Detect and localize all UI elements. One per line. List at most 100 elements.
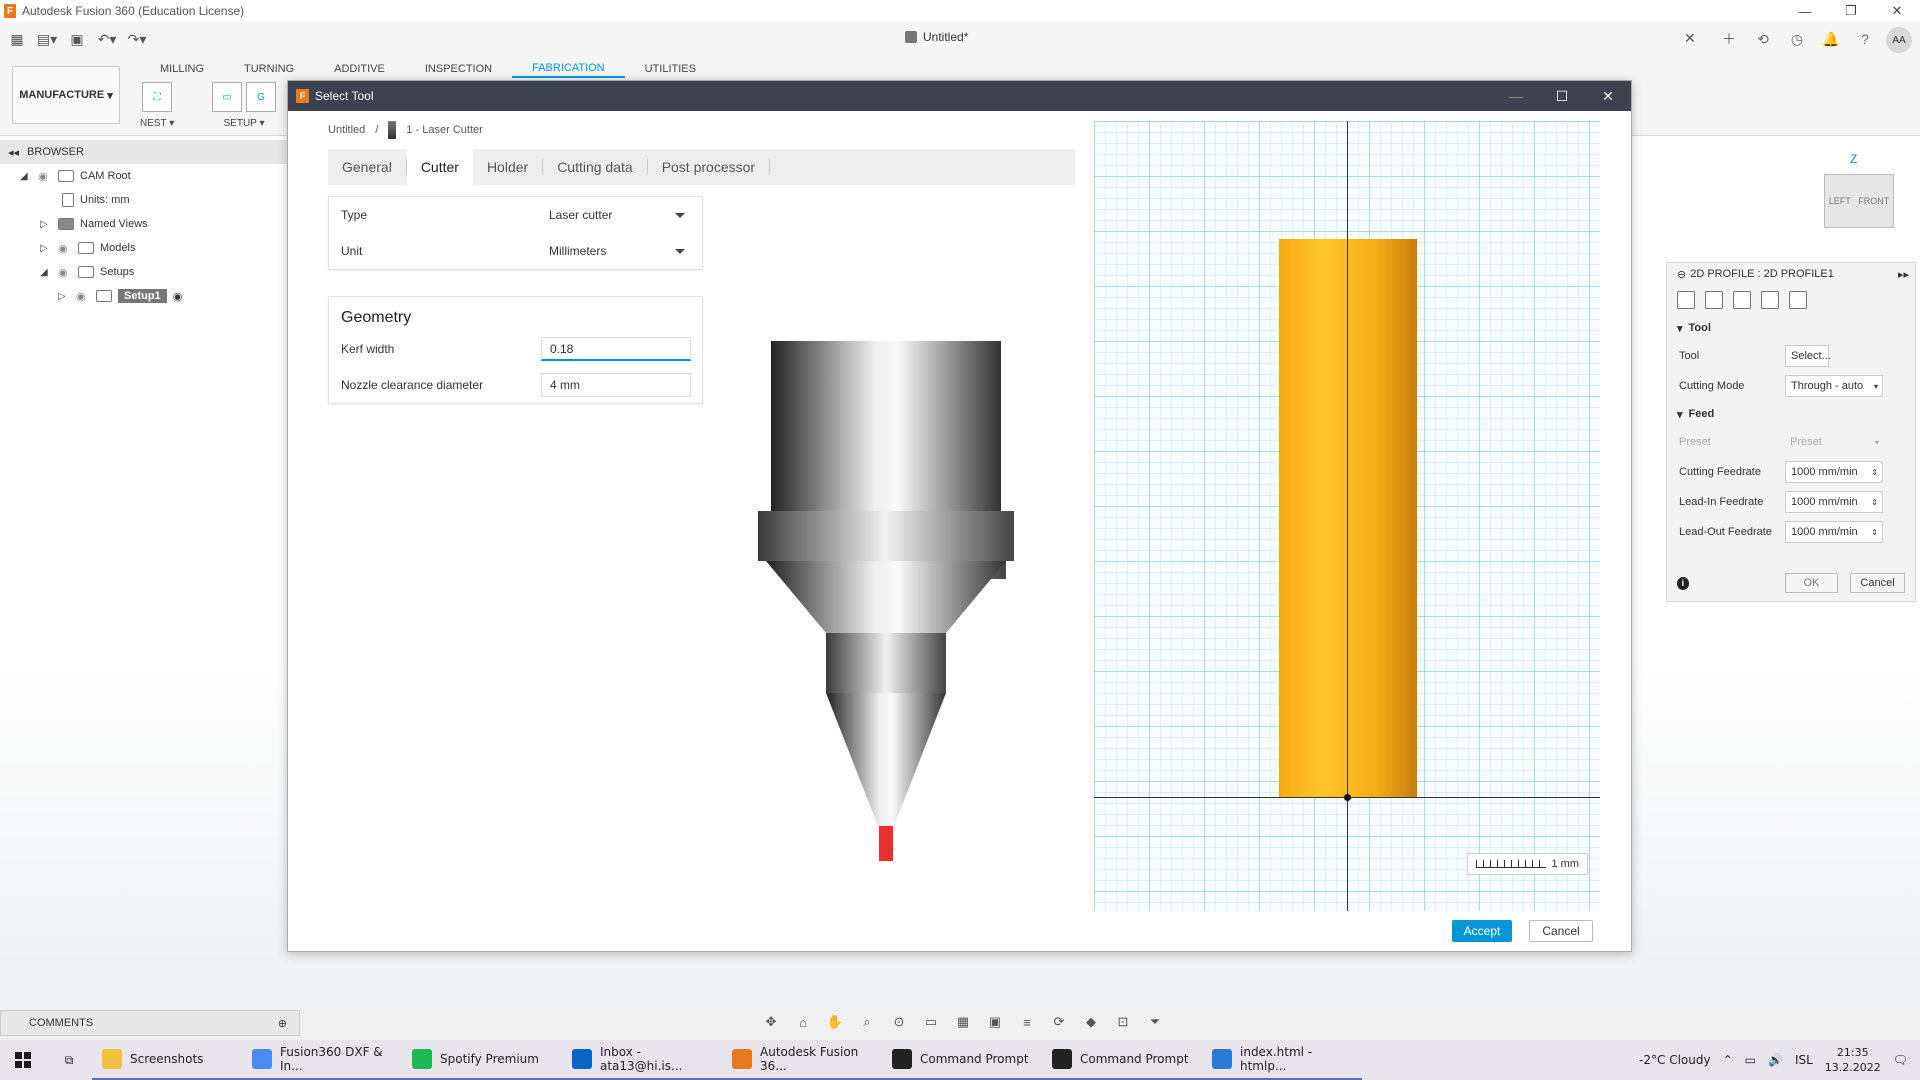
tree-item-named-views[interactable]: ▷ Named Views (0, 212, 290, 236)
appearance-icon[interactable]: ◆ (1080, 1012, 1102, 1032)
tree-item-setup1[interactable]: ▷ ◉ Setup1 ◉ (0, 284, 290, 308)
user-avatar[interactable]: AA (1886, 27, 1912, 53)
ribbon-tab-additive[interactable]: ADDITIVE (314, 60, 405, 78)
cancel-button[interactable]: Cancel (1529, 920, 1593, 942)
tree-item-units[interactable]: Units: mm (0, 188, 290, 212)
ribbon-tab-fabrication[interactable]: FABRICATION (512, 60, 625, 78)
visibility-icon[interactable]: ◉ (58, 242, 72, 255)
start-button[interactable] (0, 1040, 46, 1080)
close-window-button[interactable]: ✕ (1874, 0, 1920, 22)
notification-center-icon[interactable]: 🗨 (1893, 1053, 1908, 1067)
visibility-icon[interactable]: ◉ (76, 290, 90, 303)
add-comment-icon[interactable]: ⊕ (278, 1017, 299, 1030)
passes-tab-icon[interactable] (1761, 291, 1779, 309)
cutting-mode-select[interactable]: Through - auto ▾ (1785, 375, 1883, 397)
kerf-width-input[interactable]: 0.18 (541, 337, 691, 361)
job-status-icon[interactable]: ◷ (1784, 27, 1810, 51)
palette-header[interactable]: ⊖ 2D PROFILE : 2D PROFILE1 ▸▸ (1667, 263, 1915, 285)
refresh-icon[interactable]: ⟳ (1048, 1012, 1070, 1032)
grid-menu-icon[interactable]: ▦ (4, 28, 30, 50)
dialog-minimize-button[interactable]: — (1493, 81, 1539, 111)
restore-button[interactable]: ❐ (1828, 0, 1874, 22)
weather-widget[interactable]: -2°C Cloudy (1639, 1053, 1711, 1067)
heights-tab-icon[interactable] (1733, 291, 1751, 309)
palette-ok-button[interactable]: OK (1784, 573, 1839, 593)
viewports-icon[interactable]: ▣ (984, 1012, 1006, 1032)
expand-icon[interactable]: ◢ (20, 171, 32, 182)
tray-overflow-icon[interactable]: ⌃ (1723, 1053, 1733, 1067)
expand-icon[interactable]: ◢ (40, 267, 52, 278)
ribbon-tab-milling[interactable]: MILLING (140, 60, 224, 78)
clock[interactable]: 21:35 13.2.2022 (1825, 1045, 1881, 1075)
leadout-feedrate-input[interactable]: 1000 mm/min ⇕ (1785, 521, 1883, 543)
document-tab[interactable]: Untitled* (905, 30, 968, 44)
visibility-icon[interactable]: ◉ (38, 170, 52, 183)
nozzle-clearance-input[interactable]: 4 mm (541, 373, 691, 397)
grid-settings-icon[interactable]: ▦ (952, 1012, 974, 1032)
taskbar-app[interactable]: Autodesk Fusion 36... (722, 1040, 882, 1080)
close-tab-icon[interactable]: ✕ (1684, 30, 1696, 47)
zoom-icon[interactable]: ⌕ (856, 1012, 878, 1032)
tool-tab-icon[interactable] (1677, 291, 1695, 309)
leadin-feedrate-input[interactable]: 1000 mm/min ⇕ (1785, 491, 1883, 513)
dialog-close-button[interactable]: ✕ (1585, 81, 1631, 111)
fit-icon[interactable]: ⊙ (888, 1012, 910, 1032)
taskbar-app[interactable]: Fusion360 DXF & In... (242, 1040, 402, 1080)
task-view-button[interactable]: ⧉ (46, 1040, 92, 1080)
tool-preview-canvas[interactable]: 1 mm (1094, 121, 1600, 911)
section-icon[interactable]: ≡ (1016, 1012, 1038, 1032)
expand-icon[interactable]: ▷ (40, 243, 52, 254)
redo-icon[interactable]: ↷▾ (124, 28, 150, 50)
tree-item-models[interactable]: ▷ ◉ Models (0, 236, 290, 260)
taskbar-app[interactable]: Command Prompt (1042, 1040, 1202, 1080)
nest-group[interactable]: ⛶ NEST ▾ (140, 82, 174, 129)
browser-header[interactable]: ◂◂ BROWSER (0, 140, 290, 164)
pan-icon[interactable]: ✋ (824, 1012, 846, 1032)
tree-item-setups[interactable]: ◢ ◉ Setups (0, 260, 290, 284)
camera-icon[interactable]: ⊡ (1112, 1012, 1134, 1032)
notifications-icon[interactable]: 🔔 (1818, 27, 1844, 51)
collapse-icon[interactable]: ◂◂ (8, 146, 19, 159)
activate-target-icon[interactable]: ◉ (173, 290, 183, 303)
expand-icon[interactable]: ▷ (58, 291, 70, 302)
accept-button[interactable]: Accept (1452, 920, 1512, 942)
dialog-title-bar[interactable]: F Select Tool — ☐ ✕ (288, 81, 1631, 111)
taskbar-app[interactable]: Screenshots (92, 1040, 242, 1080)
setup-group[interactable]: ▭ G SETUP ▾ (212, 82, 276, 129)
viewcube-front[interactable]: FRONT (1858, 196, 1889, 206)
workspace-switcher[interactable]: MANUFACTURE ▾ (12, 66, 120, 124)
taskbar-app[interactable]: Spotify Premium (402, 1040, 562, 1080)
geometry-tab-icon[interactable] (1705, 291, 1723, 309)
viewcube-face[interactable]: LEFT FRONT (1824, 174, 1894, 228)
display-settings-icon[interactable]: ▭ (920, 1012, 942, 1032)
undo-icon[interactable]: ↶▾ (94, 28, 120, 50)
look-at-icon[interactable]: ⌂ (792, 1012, 814, 1032)
feed-section-header[interactable]: ▾ Feed (1667, 401, 1915, 427)
file-menu-icon[interactable]: ▤▾ (34, 28, 60, 50)
ribbon-tab-utilities[interactable]: UTILITIES (625, 60, 716, 78)
expand-palette-icon[interactable]: ▸▸ (1898, 268, 1915, 281)
ribbon-tab-inspection[interactable]: INSPECTION (405, 60, 512, 78)
tree-item-cam-root[interactable]: ◢ ◉ CAM Root (0, 164, 290, 188)
filter-icon[interactable]: ⏷ (1144, 1012, 1166, 1032)
tab-post-processor[interactable]: Post processor (648, 159, 771, 175)
linking-tab-icon[interactable] (1789, 291, 1807, 309)
viewcube[interactable]: Z LEFT FRONT (1812, 150, 1912, 240)
tab-cutter[interactable]: Cutter (406, 149, 473, 185)
tool-section-header[interactable]: ▾ Tool (1667, 315, 1915, 341)
help-icon[interactable]: ? (1852, 27, 1878, 51)
orbit-icon[interactable]: ✥ (760, 1012, 782, 1032)
dialog-maximize-button[interactable]: ☐ (1539, 81, 1585, 111)
palette-cancel-button[interactable]: Cancel (1850, 573, 1905, 593)
new-tab-icon[interactable]: ＋ (1716, 27, 1742, 51)
tab-holder[interactable]: Holder (473, 159, 544, 175)
taskbar-app[interactable]: Inbox - ata13@hi.is... (562, 1040, 722, 1080)
tab-cutting-data[interactable]: Cutting data (543, 159, 648, 175)
cutting-feedrate-input[interactable]: 1000 mm/min ⇕ (1785, 461, 1883, 483)
comments-panel[interactable]: COMMENTS ⊕ (0, 1010, 300, 1036)
volume-icon[interactable]: 🔊 (1768, 1053, 1783, 1067)
taskbar-app[interactable]: index.html - htmlp... (1202, 1040, 1362, 1080)
taskbar-app[interactable]: Command Prompt (882, 1040, 1042, 1080)
save-icon[interactable]: ▣ (64, 28, 90, 50)
extensions-icon[interactable]: ⟲ (1750, 27, 1776, 51)
